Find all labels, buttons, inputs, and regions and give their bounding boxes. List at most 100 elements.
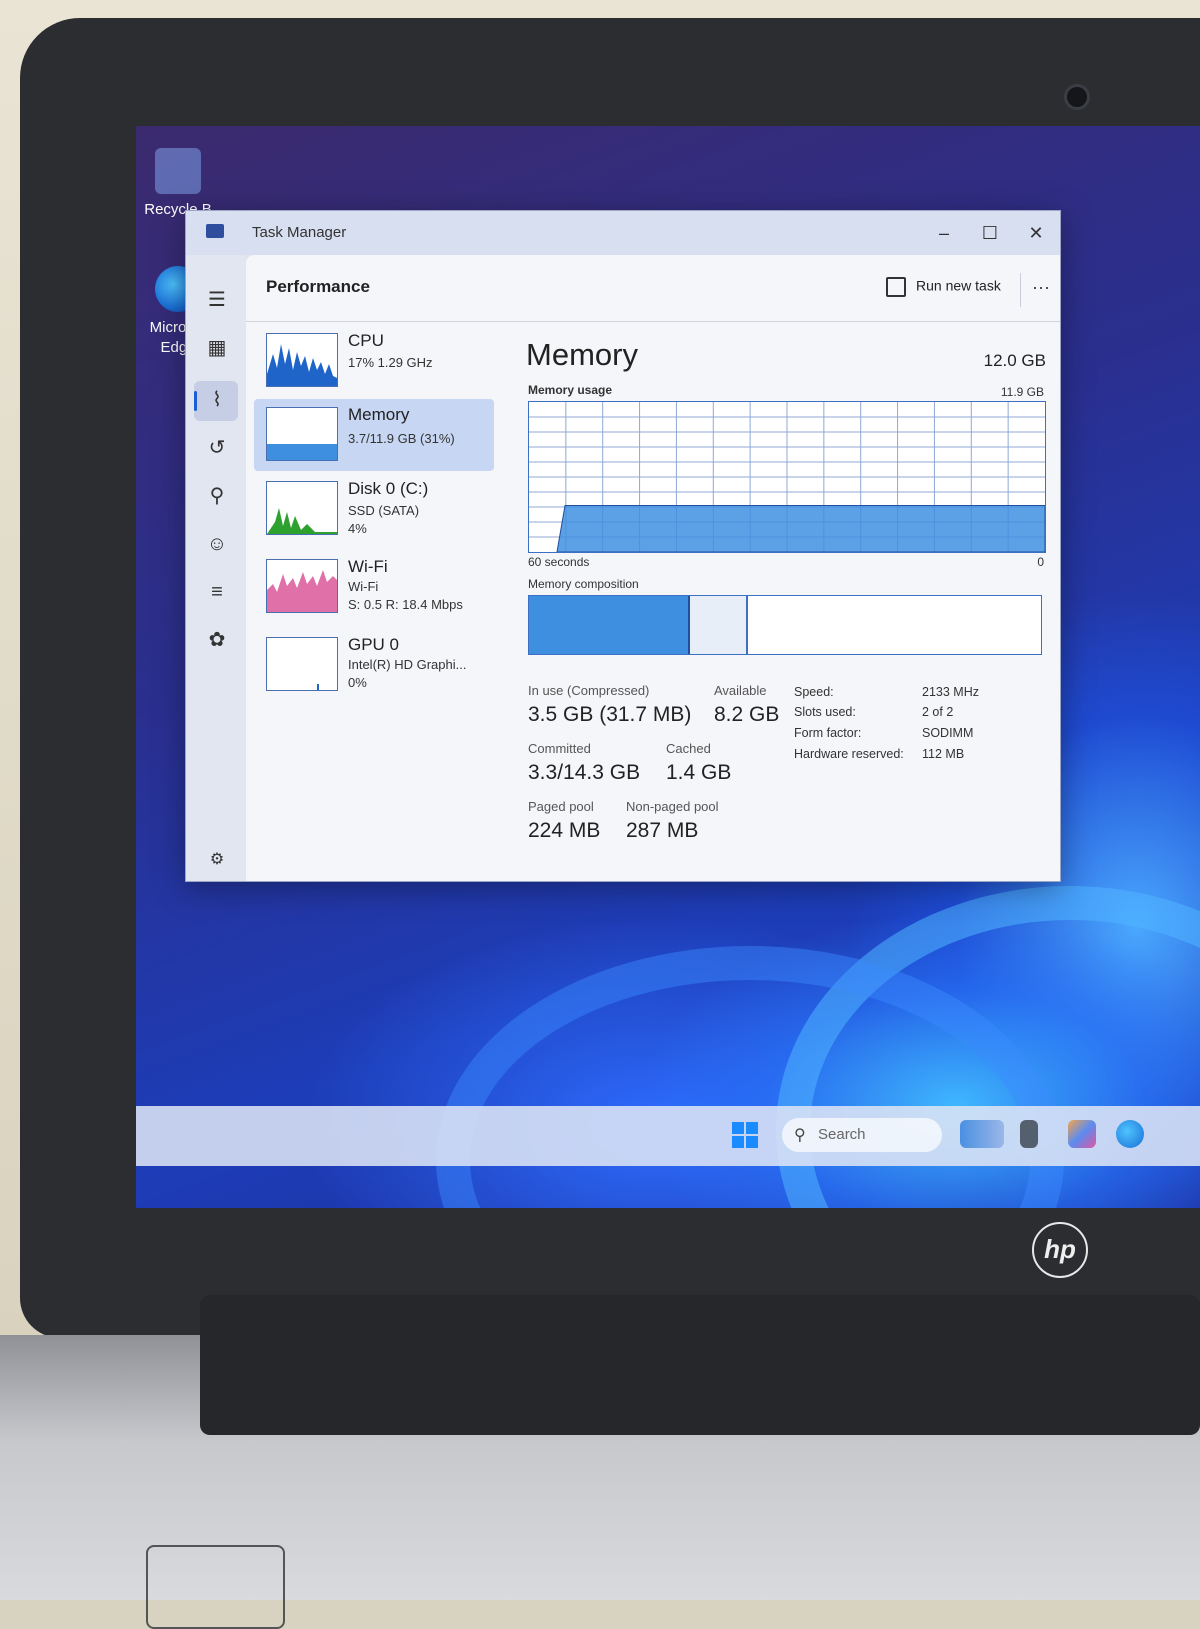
paged-pool-value: 224 MB bbox=[528, 819, 601, 842]
non-paged-pool-label: Non-paged pool bbox=[626, 799, 719, 814]
nav-rail: ☰ ▦ ⌇ ↺ ⚲ ☺ ≡ ✿ ⚙ bbox=[186, 255, 246, 881]
wifi-thumbnail-graph bbox=[266, 559, 338, 613]
run-new-task-button[interactable]: Run new task bbox=[886, 277, 1001, 305]
spec-speed-value: 2133 MHz bbox=[922, 685, 979, 699]
device-usage: 4% bbox=[348, 521, 367, 536]
in-use-value: 3.5 GB (31.7 MB) bbox=[528, 703, 692, 726]
device-item-gpu[interactable]: GPU 0 Intel(R) HD Graphi... 0% bbox=[254, 629, 494, 701]
widgets-icon[interactable] bbox=[960, 1120, 1004, 1148]
disk-thumbnail-graph bbox=[266, 481, 338, 535]
device-name: GPU 0 bbox=[348, 635, 400, 654]
device-item-cpu[interactable]: CPU 17% 1.29 GHz bbox=[254, 325, 494, 397]
close-button[interactable]: ✕ bbox=[1016, 219, 1056, 247]
disk-sparkline bbox=[267, 508, 337, 534]
spec-hw-reserved-key: Hardware reserved: bbox=[794, 747, 904, 761]
recycle-bin-icon bbox=[155, 148, 201, 194]
memory-usage-max: 11.9 GB bbox=[1000, 385, 1044, 399]
device-name: Disk 0 (C:) bbox=[348, 479, 429, 498]
nav-selected-indicator bbox=[194, 391, 197, 411]
non-paged-pool-value: 287 MB bbox=[626, 819, 699, 842]
page-header: Performance Run new task ··· bbox=[246, 255, 1060, 322]
time-range-label: 60 seconds bbox=[528, 555, 590, 569]
memory-usage-area bbox=[556, 505, 1046, 553]
available-value: 8.2 GB bbox=[714, 703, 780, 726]
webcam bbox=[1064, 84, 1090, 110]
taskbar: ⚲ Search bbox=[136, 1106, 1200, 1166]
device-detail: 3.7/11.9 GB (31%) bbox=[348, 431, 455, 446]
gpu-thumbnail-graph bbox=[266, 637, 338, 691]
app-history-icon[interactable]: ↺ bbox=[202, 433, 232, 463]
hamburger-menu-icon[interactable]: ☰ bbox=[202, 285, 232, 315]
memory-usage-svg bbox=[529, 402, 1046, 553]
in-use-label: In use (Compressed) bbox=[528, 683, 650, 698]
gpu-sparkline bbox=[317, 684, 319, 690]
title-bar[interactable]: Task Manager – ☐ ✕ bbox=[186, 211, 1060, 255]
run-task-icon bbox=[886, 277, 906, 297]
search-placeholder: Search bbox=[818, 1126, 866, 1143]
window-title: Task Manager bbox=[252, 224, 347, 241]
memory-detail-panel: Memory 12.0 GB Memory usage 11.9 GB 60 s… bbox=[526, 321, 1046, 881]
device-item-memory[interactable]: Memory 3.7/11.9 GB (31%) bbox=[254, 399, 494, 471]
device-usage: 0% bbox=[348, 675, 367, 690]
device-detail: Wi-Fi bbox=[348, 579, 379, 594]
memory-total: 12.0 GB bbox=[983, 351, 1046, 370]
taskbar-search[interactable]: ⚲ Search bbox=[782, 1118, 942, 1152]
start-tile bbox=[732, 1136, 744, 1148]
device-throughput: S: 0.5 R: 18.4 Mbps bbox=[348, 597, 463, 612]
copilot-icon[interactable] bbox=[1068, 1120, 1096, 1148]
more-options-button[interactable]: ··· bbox=[1032, 277, 1050, 298]
services-icon[interactable]: ✿ bbox=[202, 625, 232, 655]
cpu-thumbnail-graph bbox=[266, 333, 338, 387]
processes-icon[interactable]: ▦ bbox=[202, 333, 232, 363]
device-item-disk[interactable]: Disk 0 (C:) SSD (SATA) 4% bbox=[254, 473, 494, 545]
spec-form-factor-key: Form factor: bbox=[794, 726, 862, 740]
start-button[interactable] bbox=[732, 1122, 758, 1148]
start-tile bbox=[732, 1122, 744, 1134]
memory-composition-bar bbox=[528, 595, 1042, 655]
composition-modified bbox=[689, 596, 749, 654]
available-label: Available bbox=[714, 683, 767, 698]
device-item-wifi[interactable]: Wi-Fi Wi-Fi S: 0.5 R: 18.4 Mbps bbox=[254, 551, 494, 623]
performance-icon[interactable]: ⌇ bbox=[202, 385, 232, 415]
paged-pool-label: Paged pool bbox=[528, 799, 594, 814]
committed-value: 3.3/14.3 GB bbox=[528, 761, 641, 784]
task-view-icon[interactable] bbox=[1020, 1120, 1038, 1148]
device-name: Memory bbox=[348, 405, 410, 424]
maximize-button[interactable]: ☐ bbox=[970, 219, 1010, 247]
users-icon[interactable]: ☺ bbox=[202, 529, 232, 559]
spec-form-factor-value: SODIMM bbox=[922, 726, 974, 740]
memory-heading: Memory bbox=[526, 337, 638, 372]
screen: Recycle B Microsof Edge Task Manager – ☐… bbox=[136, 126, 1200, 1208]
spec-slots-value: 2 of 2 bbox=[922, 705, 954, 719]
minimize-button[interactable]: – bbox=[924, 219, 964, 247]
cached-value: 1.4 GB bbox=[666, 761, 732, 784]
committed-label: Committed bbox=[528, 741, 591, 756]
startup-apps-icon[interactable]: ⚲ bbox=[202, 481, 232, 511]
spec-speed-key: Speed: bbox=[794, 685, 834, 699]
device-detail: Intel(R) HD Graphi... bbox=[348, 657, 467, 672]
memory-usage-graph bbox=[528, 401, 1046, 553]
edge-taskbar-icon[interactable] bbox=[1116, 1120, 1144, 1148]
run-new-task-label: Run new task bbox=[916, 277, 1001, 294]
page-title: Performance bbox=[266, 277, 370, 296]
composition-in-use bbox=[529, 596, 690, 654]
device-detail: 17% 1.29 GHz bbox=[348, 355, 433, 370]
memory-composition-label: Memory composition bbox=[528, 577, 639, 591]
laptop-hinge bbox=[200, 1295, 1200, 1435]
memory-thumbnail-graph bbox=[266, 407, 338, 461]
performance-page: Performance Run new task ··· CPU 17% 1.2… bbox=[246, 255, 1060, 881]
task-manager-logo-icon bbox=[206, 224, 224, 238]
search-icon: ⚲ bbox=[794, 1127, 806, 1144]
task-manager-window: Task Manager – ☐ ✕ ☰ ▦ ⌇ ↺ ⚲ ☺ ≡ ✿ ⚙ Per… bbox=[185, 210, 1061, 882]
hp-logo: hp bbox=[1032, 1222, 1088, 1278]
touchpad bbox=[146, 1545, 285, 1629]
device-name: CPU bbox=[348, 331, 384, 350]
start-tile bbox=[746, 1136, 758, 1148]
cpu-sparkline bbox=[267, 344, 337, 386]
memory-usage-label: Memory usage bbox=[528, 383, 613, 397]
cached-label: Cached bbox=[666, 741, 711, 756]
details-icon[interactable]: ≡ bbox=[202, 577, 232, 607]
start-tile bbox=[746, 1122, 758, 1134]
settings-gear-icon[interactable]: ⚙ bbox=[202, 845, 232, 875]
time-end-label: 0 bbox=[1037, 555, 1044, 569]
